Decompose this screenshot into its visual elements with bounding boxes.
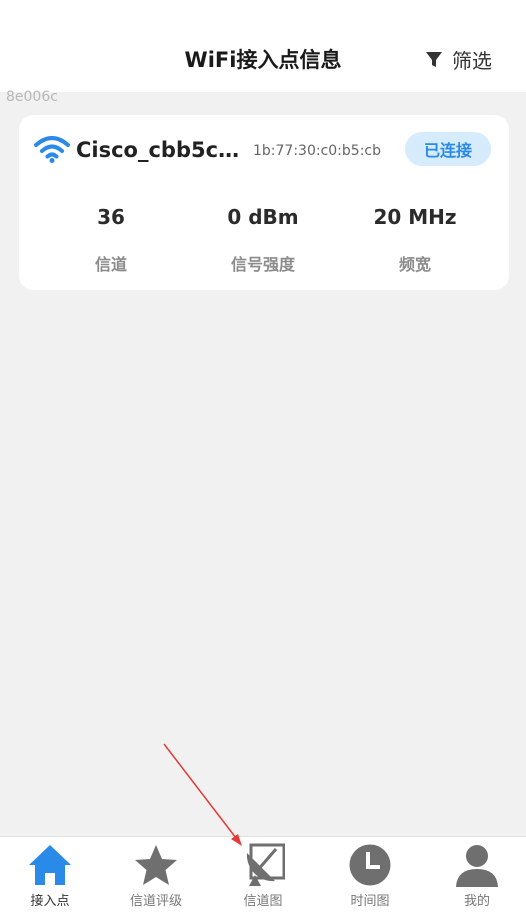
stat-value: 36: [97, 205, 125, 229]
stat-signal-strength: 0 dBm 信号强度: [188, 205, 338, 275]
filter-button[interactable]: 筛选: [425, 45, 492, 74]
nav-label: 我的: [463, 894, 490, 909]
user-icon: [456, 845, 498, 887]
ssid-label: Cisco_cbb5c0...: [76, 138, 246, 162]
nav-channel-graph[interactable]: 信道图: [210, 837, 316, 913]
nav-label: 信道评级: [129, 894, 182, 909]
clock-icon: [349, 844, 391, 886]
nav-access-points[interactable]: 接入点: [0, 837, 103, 913]
nav-label: 信道图: [243, 894, 283, 909]
nav-channel-rating[interactable]: 信道评级: [103, 837, 209, 913]
stat-value: 20 MHz: [373, 205, 457, 229]
nav-label: 时间图: [350, 894, 390, 909]
app-header: WiFi接入点信息 筛选: [0, 0, 526, 92]
stat-label: 信道: [94, 255, 127, 274]
satellite-dish-icon: [246, 843, 285, 886]
stat-value: 0 dBm: [227, 205, 299, 229]
nav-time-graph[interactable]: 时间图: [317, 837, 423, 913]
stat-bandwidth: 20 MHz 频宽: [340, 205, 490, 275]
stat-channel: 36 信道: [36, 205, 186, 275]
stat-label: 信号强度: [230, 255, 295, 274]
filter-icon: [426, 51, 442, 67]
bssid-label: 1b:77:30:c0:b5:cb: [253, 143, 381, 159]
wifi-icon: [34, 136, 70, 163]
stat-label: 频宽: [398, 255, 431, 274]
filter-label: 筛选: [452, 49, 492, 73]
nav-profile[interactable]: 我的: [424, 837, 526, 913]
debug-tag: 8e006c: [6, 89, 58, 105]
bottom-nav: 接入点 信道评级 信道图 时间图 我的: [0, 836, 526, 913]
connection-status-badge: 已连接: [405, 132, 491, 166]
access-point-card[interactable]: Cisco_cbb5c0... 1b:77:30:c0:b5:cb 已连接 36…: [19, 115, 509, 290]
home-icon: [29, 845, 71, 885]
star-icon: [135, 845, 177, 885]
nav-label: 接入点: [30, 894, 70, 909]
